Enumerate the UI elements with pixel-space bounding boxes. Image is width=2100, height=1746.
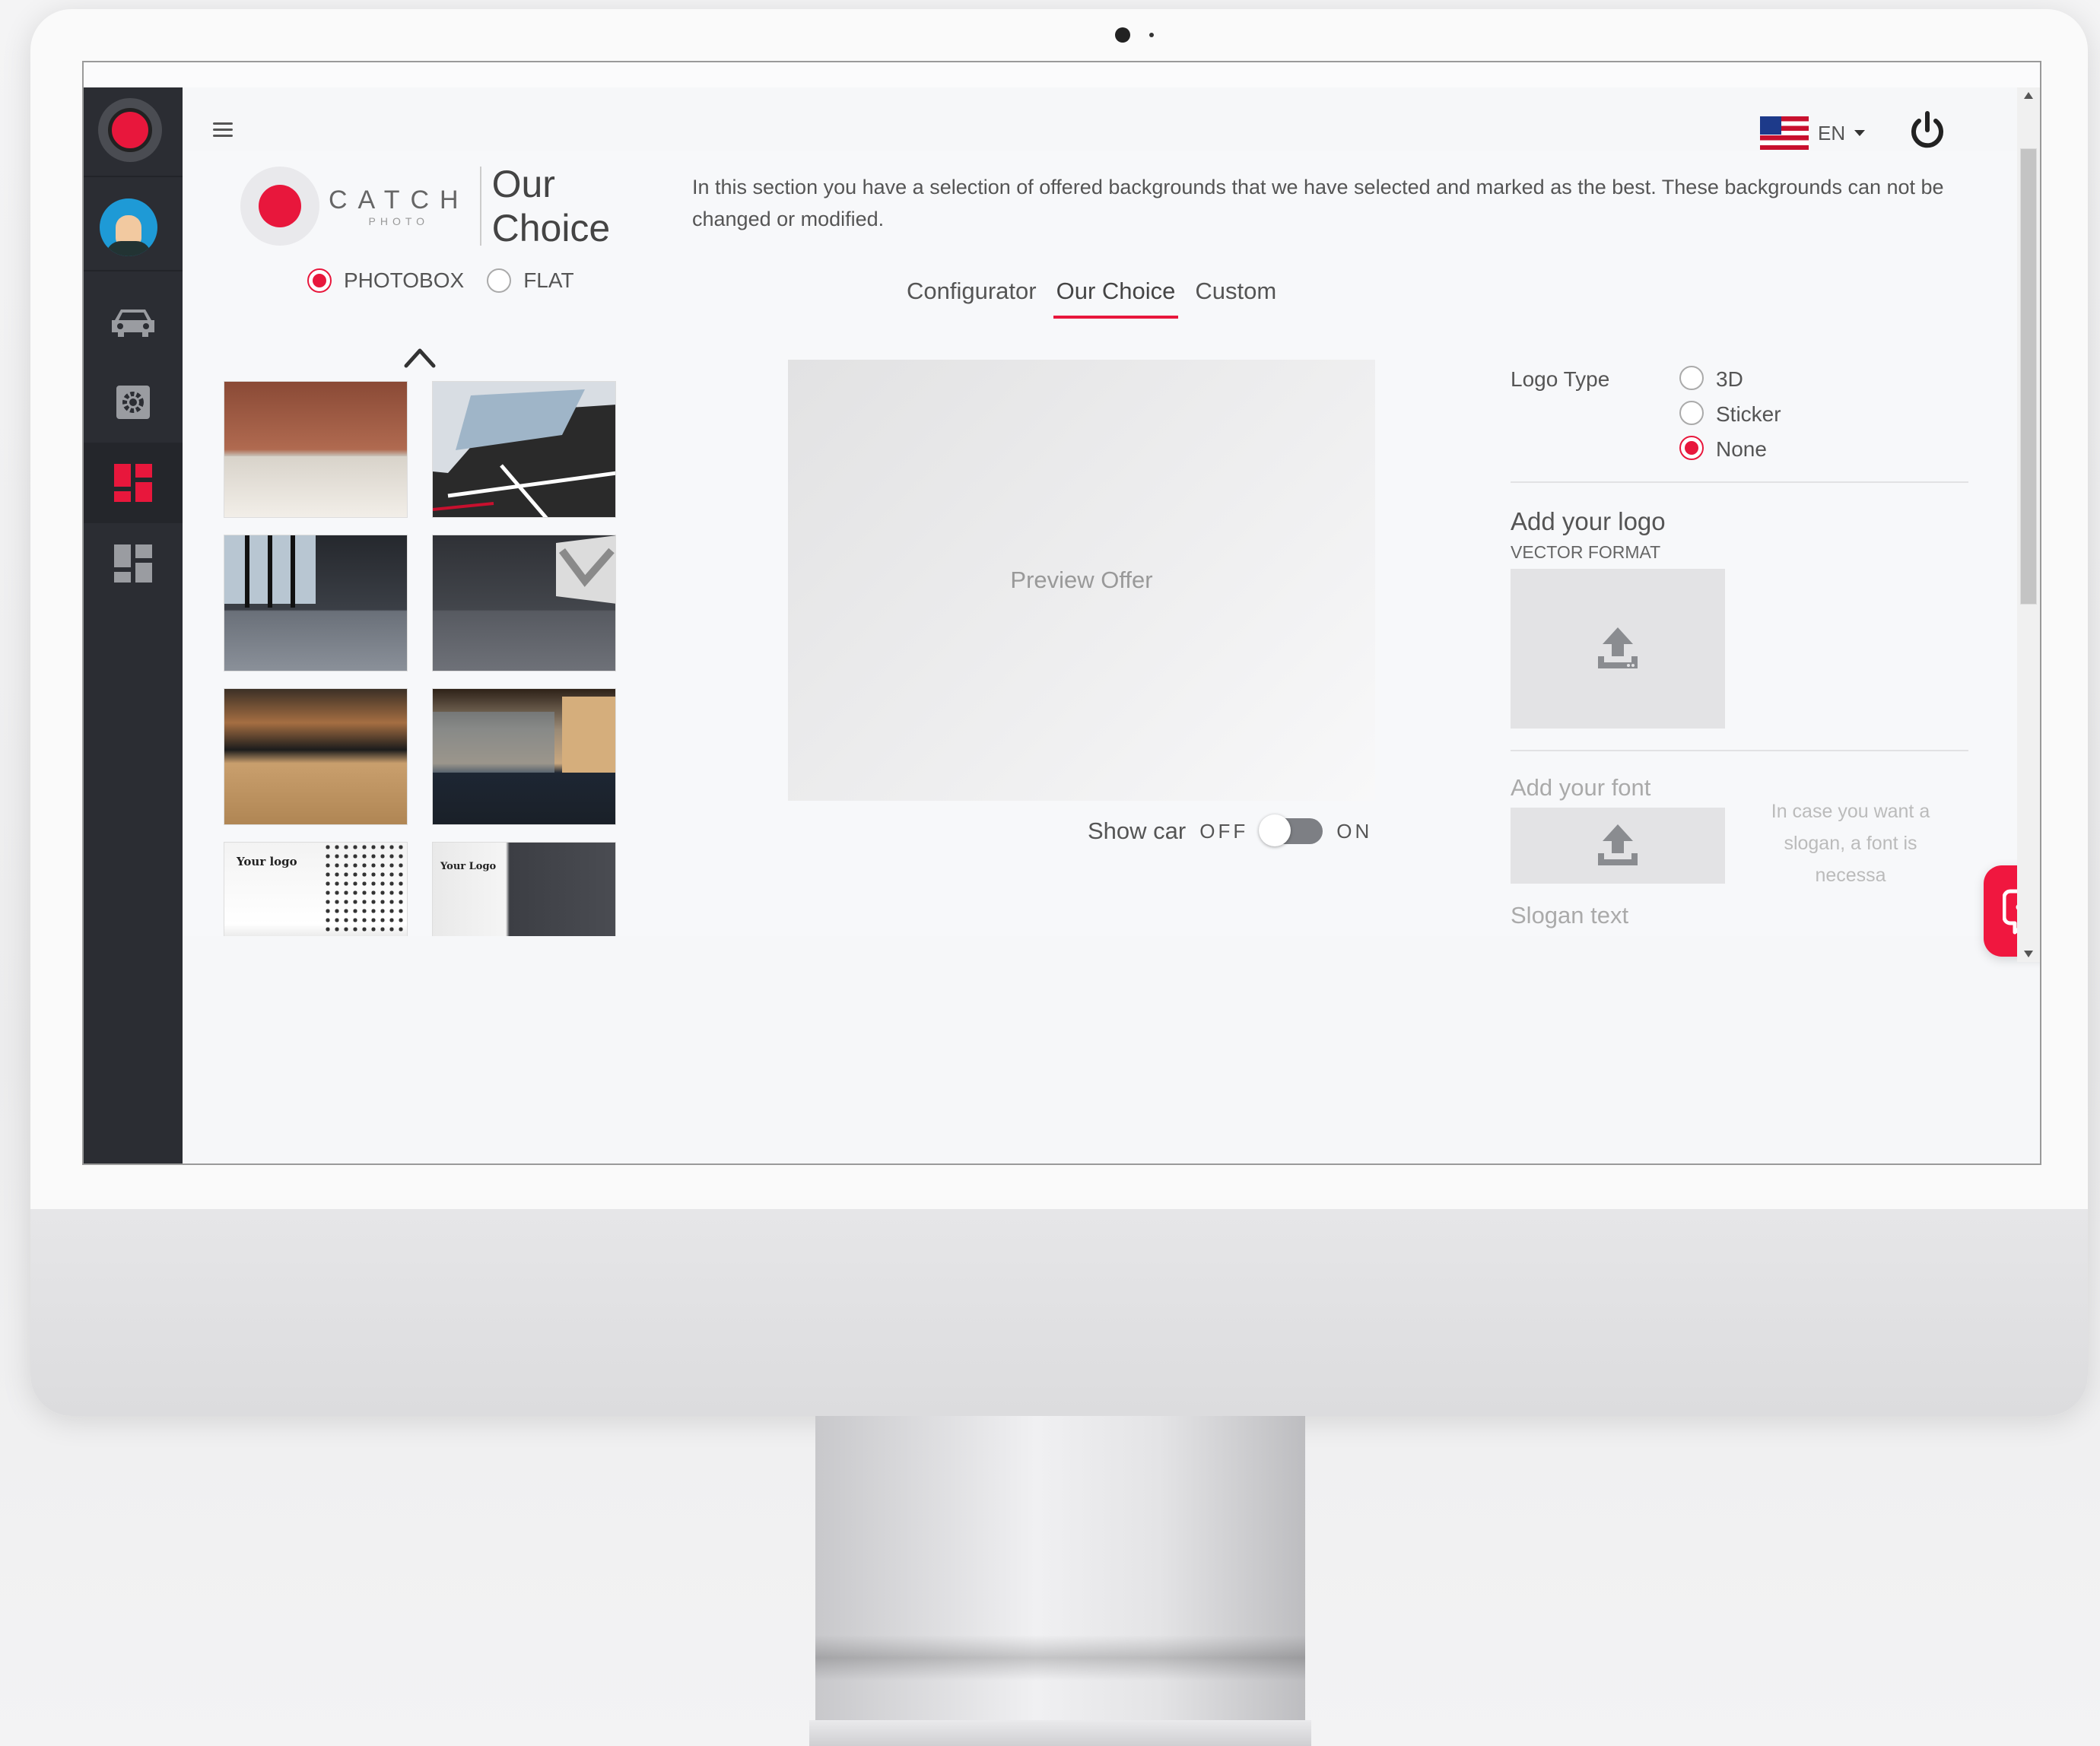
radio-logo-sticker[interactable]: Sticker [1679, 399, 1885, 427]
webcam [1115, 27, 1130, 43]
logo-type-label: Logo Type [1511, 367, 1610, 391]
page-title: Our Choice [492, 162, 611, 250]
preview-placeholder-text: Preview Offer [1010, 567, 1153, 593]
scrollbar-thumb[interactable] [2020, 148, 2037, 605]
dashboard-outline-icon [114, 544, 152, 583]
preview-offer-area: Preview Offer [788, 360, 1375, 801]
radio-photobox-label: PHOTOBOX [344, 268, 465, 292]
brand-divider [479, 167, 481, 246]
radio-unchecked-icon [1679, 401, 1704, 425]
toggle-on-label: ON [1336, 819, 1373, 843]
section-description: In this section you have a selection of … [692, 176, 1944, 230]
sidebar-item-layouts[interactable] [84, 523, 183, 604]
brand-sub: PHOTO [368, 214, 430, 227]
upload-icon [1598, 824, 1638, 865]
brand-word: CATCH [329, 185, 469, 214]
radio-logo-sticker-label: Sticker [1716, 402, 1781, 426]
content-panel: CATCH PHOTO Our Choice In this section y… [183, 151, 2017, 936]
user-avatar[interactable] [100, 198, 157, 256]
language-label: EN [1818, 121, 1846, 144]
browser-top-strip [84, 62, 2040, 88]
monitor-stand [815, 1416, 1305, 1746]
font-hint-text: In case you want a slogan, a font is nec… [1771, 801, 1930, 886]
dashboard-icon [114, 464, 152, 502]
vertical-scrollbar[interactable] [2017, 87, 2040, 962]
webcam-led [1149, 33, 1154, 37]
chevron-up-icon[interactable] [403, 346, 437, 369]
scroll-down-icon[interactable] [2024, 951, 2033, 957]
show-car-control: Show car OFF ON [1088, 814, 1373, 846]
language-selector[interactable]: EN [1760, 116, 1866, 150]
power-icon[interactable] [1908, 110, 1947, 153]
sidebar-divider [84, 270, 183, 271]
mode-radio-group: PHOTOBOX FLAT [307, 268, 574, 293]
slogan-text-label: Slogan text [1511, 902, 1629, 929]
tab-our-choice[interactable]: Our Choice [1053, 278, 1179, 319]
radio-checked-icon [1679, 436, 1704, 460]
sidebar-item-settings[interactable] [84, 362, 183, 443]
brand-wordmark: CATCH PHOTO [329, 186, 469, 227]
logo-type-radio-group: 3D Sticker None [1679, 364, 1953, 462]
radio-logo-3d[interactable]: 3D [1679, 364, 1885, 392]
sidebar [84, 87, 183, 1163]
tab-configurator[interactable]: Configurator [907, 278, 1037, 314]
upload-icon [1598, 627, 1638, 668]
stand-shadow [815, 1635, 1305, 1681]
font-upload-dropzone[interactable] [1511, 808, 1725, 884]
thumbnail-logo-text: Your logo [237, 855, 297, 868]
car-icon [112, 310, 154, 337]
background-thumbnail[interactable] [224, 381, 408, 518]
show-car-toggle[interactable] [1259, 814, 1323, 846]
scroll-up-icon[interactable] [2024, 92, 2033, 99]
radio-logo-none[interactable]: None [1679, 434, 1885, 462]
background-thumbnail-grid: Your logo Your Logo [224, 381, 616, 936]
chevron-down-icon [1854, 130, 1866, 136]
app-screen: EN CATCH PHOTO Our Choice In this sectio… [82, 61, 2041, 1165]
toggle-off-label: OFF [1199, 819, 1249, 843]
add-logo-title: Add your logo [1511, 507, 1666, 535]
background-thumbnail[interactable] [224, 688, 408, 825]
app-logo-icon[interactable] [98, 98, 162, 162]
radio-photobox[interactable]: PHOTOBOX [307, 268, 464, 293]
page-title-line1: Our [491, 163, 555, 205]
sidebar-divider [84, 176, 183, 177]
background-thumbnail[interactable]: Your Logo [432, 842, 616, 936]
thumbnail-logo-text: Your Logo [440, 861, 497, 872]
font-upload-row: Add your font In case you want a slogan,… [1511, 774, 1968, 891]
divider [1511, 750, 1968, 751]
us-flag-icon [1760, 116, 1809, 150]
radio-logo-3d-label: 3D [1716, 367, 1743, 391]
logo-type-row: Logo Type 3D Sticker None [1511, 364, 1968, 462]
monitor-chin [30, 1209, 2088, 1416]
divider [1511, 481, 1968, 483]
background-thumbnail[interactable]: Your logo [224, 842, 408, 936]
stand-foot [809, 1720, 1311, 1746]
sidebar-item-car[interactable] [84, 281, 183, 362]
add-font-title: Add your font [1511, 774, 1651, 801]
background-thumbnail[interactable] [432, 535, 616, 671]
radio-unchecked-icon [487, 268, 512, 293]
logo-settings-panel: Logo Type 3D Sticker None Add your logo … [1511, 364, 1968, 936]
radio-flat-label: FLAT [523, 268, 574, 292]
pattern-wall [323, 843, 407, 936]
tab-bar: Configurator Our Choice Custom [907, 278, 1276, 319]
radio-logo-none-label: None [1716, 437, 1767, 461]
brand-header: CATCH PHOTO Our Choice [240, 162, 610, 250]
radio-checked-icon [307, 268, 332, 293]
page-title-line2: Choice [491, 207, 611, 249]
logo-upload-dropzone[interactable] [1511, 569, 1725, 729]
sidebar-item-backgrounds[interactable] [84, 443, 183, 523]
background-thumbnail[interactable] [432, 688, 616, 825]
hamburger-icon[interactable] [213, 122, 233, 138]
show-car-label: Show car [1088, 817, 1187, 844]
catch-logo-icon [240, 167, 319, 246]
tab-custom[interactable]: Custom [1195, 278, 1276, 314]
gear-icon [116, 386, 150, 419]
add-logo-subtitle: VECTOR FORMAT [1511, 542, 1661, 562]
radio-flat[interactable]: FLAT [487, 268, 574, 293]
main-area: EN CATCH PHOTO Our Choice In this sectio… [183, 87, 2040, 1163]
background-thumbnail[interactable] [224, 535, 408, 671]
background-thumbnail[interactable] [432, 381, 616, 518]
radio-unchecked-icon [1679, 366, 1704, 390]
